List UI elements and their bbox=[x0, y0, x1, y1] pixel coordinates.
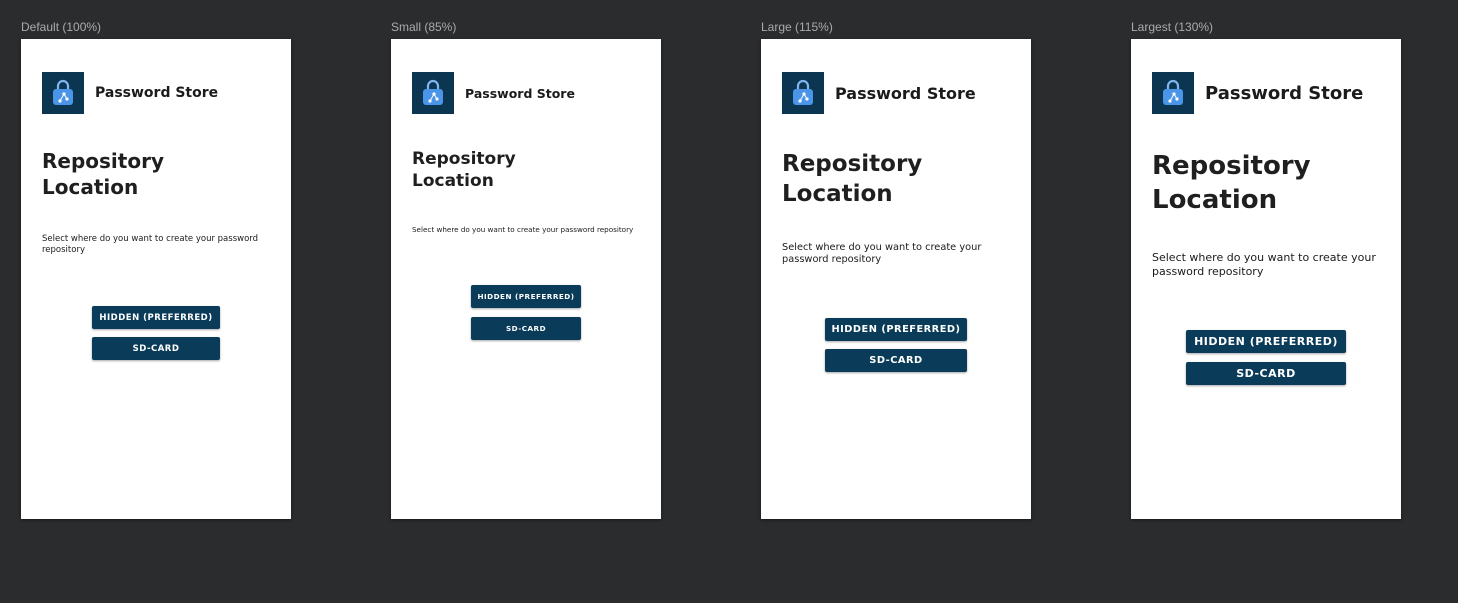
app-name: Password Store bbox=[1205, 82, 1364, 104]
page-description: Select where do you want to create your … bbox=[412, 225, 634, 234]
preview-label: Large (115%) bbox=[761, 20, 833, 34]
sd-card-button[interactable]: SD-CARD bbox=[1186, 362, 1346, 385]
hidden-preferred-button[interactable]: HIDDEN (PREFERRED) bbox=[825, 318, 967, 341]
lock-bag-icon bbox=[1152, 72, 1194, 114]
preview-label: Default (100%) bbox=[21, 20, 102, 34]
lock-bag-icon bbox=[412, 72, 454, 114]
page-description: Select where do you want to create your … bbox=[42, 234, 259, 255]
sd-card-button[interactable]: SD-CARD bbox=[471, 317, 581, 340]
preview-small: Small (85%) Password Store Repository Lo… bbox=[391, 0, 661, 520]
page-description: Select where do you want to create your … bbox=[1152, 251, 1376, 278]
phone-screen: Password Store Repository Location Selec… bbox=[391, 39, 661, 519]
preview-label: Small (85%) bbox=[391, 20, 457, 34]
preview-largest: Largest (130%) Password Store Repository… bbox=[1131, 0, 1401, 520]
preview-large: Large (115%) Password Store Repository L… bbox=[761, 0, 1031, 520]
app-header: Password Store bbox=[412, 72, 575, 114]
hidden-preferred-button[interactable]: HIDDEN (PREFERRED) bbox=[92, 306, 220, 329]
preview-label: Largest (130%) bbox=[1131, 20, 1214, 34]
lock-bag-icon bbox=[782, 72, 824, 114]
lock-bag-icon bbox=[42, 72, 84, 114]
page-title: Repository Location bbox=[412, 149, 516, 191]
phone-screen: Password Store Repository Location Selec… bbox=[1131, 39, 1401, 519]
app-name: Password Store bbox=[835, 83, 976, 103]
app-name: Password Store bbox=[465, 85, 575, 101]
app-header: Password Store bbox=[42, 72, 218, 114]
page-title: Repository Location bbox=[782, 151, 923, 207]
phone-screen: Password Store Repository Location Selec… bbox=[761, 39, 1031, 519]
hidden-preferred-button[interactable]: HIDDEN (PREFERRED) bbox=[1186, 330, 1346, 353]
preview-default: Default (100%) Password Store Repository… bbox=[21, 0, 291, 520]
page-title: Repository Location bbox=[42, 149, 164, 199]
phone-screen: Password Store Repository Location Selec… bbox=[21, 39, 291, 519]
page-title: Repository Location bbox=[1152, 151, 1311, 215]
page-description: Select where do you want to create your … bbox=[782, 242, 982, 265]
hidden-preferred-button[interactable]: HIDDEN (PREFERRED) bbox=[471, 285, 581, 308]
app-header: Password Store bbox=[782, 72, 976, 114]
sd-card-button[interactable]: SD-CARD bbox=[825, 349, 967, 372]
app-header: Password Store bbox=[1152, 72, 1363, 114]
app-name: Password Store bbox=[95, 85, 219, 101]
sd-card-button[interactable]: SD-CARD bbox=[92, 337, 220, 360]
